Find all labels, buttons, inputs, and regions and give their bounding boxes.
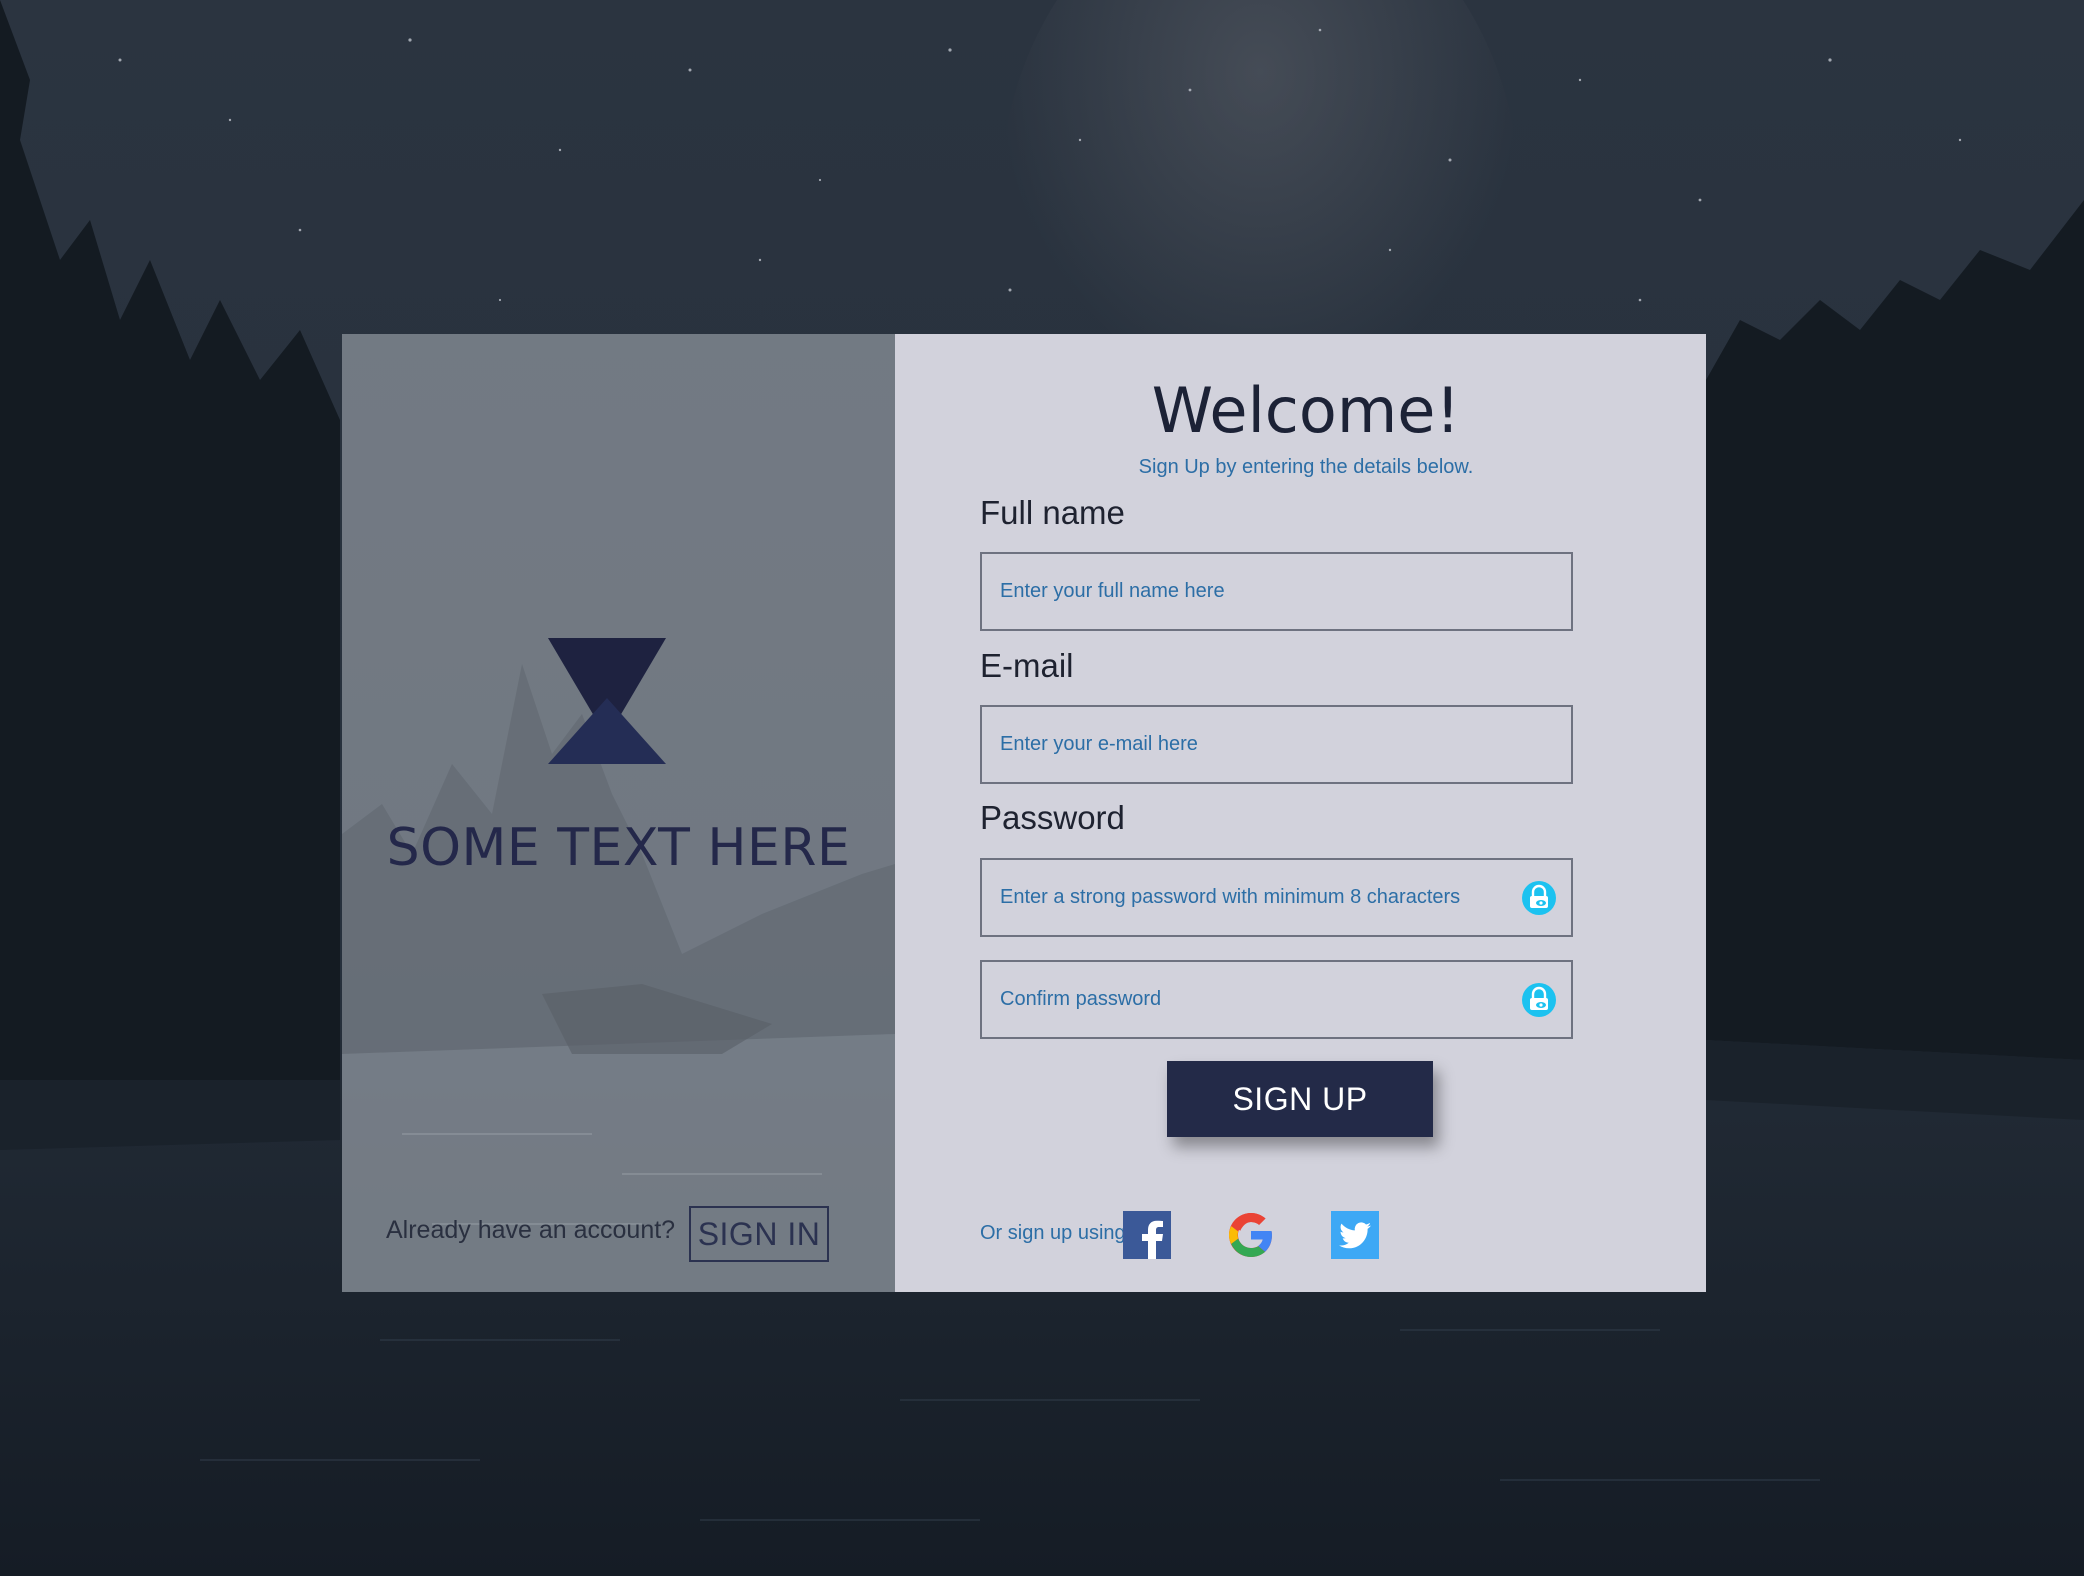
confirm-password-field (980, 960, 1573, 1039)
page-title: Welcome! (1151, 374, 1461, 447)
hourglass-logo-icon (548, 638, 666, 764)
brand-text: SOME TEXT HERE (386, 818, 851, 878)
twitter-icon[interactable] (1331, 1211, 1379, 1259)
google-icon[interactable] (1227, 1211, 1275, 1259)
signup-card: SOME TEXT HERE Already have an account? … (342, 334, 1706, 1292)
already-have-account-text: Already have an account? (386, 1216, 676, 1244)
page-subtitle: Sign Up by entering the details below. (1138, 456, 1474, 478)
signup-form-panel: Welcome! Sign Up by entering the details… (895, 334, 1706, 1292)
facebook-icon[interactable] (1123, 1211, 1171, 1259)
social-signup-label: Or sign up using (980, 1222, 1126, 1244)
full-name-label: Full name (980, 494, 1125, 531)
email-field (980, 705, 1573, 784)
sign-up-button[interactable]: SIGN UP (1167, 1061, 1433, 1137)
branding-panel: SOME TEXT HERE Already have an account? … (342, 334, 895, 1292)
full-name-field (980, 552, 1573, 631)
sign-in-button[interactable]: SIGN IN (689, 1206, 829, 1262)
password-input[interactable] (982, 860, 1571, 935)
lock-eye-icon[interactable] (1521, 880, 1557, 916)
email-input[interactable] (982, 707, 1571, 782)
lock-eye-icon[interactable] (1521, 982, 1557, 1018)
full-name-input[interactable] (982, 554, 1571, 629)
email-label: E-mail (980, 647, 1074, 684)
confirm-password-input[interactable] (982, 962, 1571, 1037)
password-label: Password (980, 799, 1125, 836)
panel-scene-image (342, 334, 895, 1292)
password-field (980, 858, 1573, 937)
